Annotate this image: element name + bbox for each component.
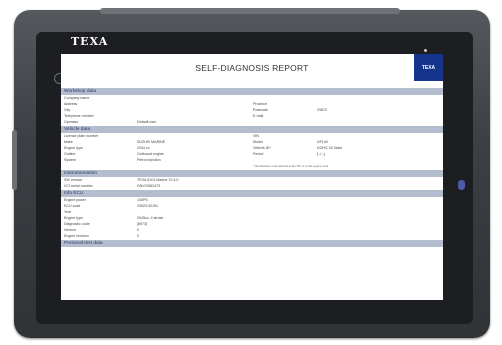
report-row: Operator Default user [61,119,443,125]
camera-icon [424,49,427,52]
section-header: Vehicle data [61,126,443,133]
field-label: Engine revision [64,234,89,238]
tablet-top-bumper [100,8,400,14]
report-note-row: * Identification code referred to the VI… [61,163,443,169]
scroll-fade [61,294,443,300]
identification-note: * Identification code referred to the VI… [253,164,329,168]
report-body: Workshop data Company name Address Province… [61,87,443,247]
texa-logo: TEXA [414,54,443,81]
field-value: 0 [137,234,139,238]
device-brand-logo: TEXA [71,35,109,48]
field-value: DNVCI582473 [137,184,161,188]
section-header: Personal test data [61,240,443,247]
field-label: Operator [64,120,79,124]
field-label: VCI serial number [64,184,93,188]
report-row: VCI serial number DNVCI582473 [61,183,443,189]
section-header: Info ECU [61,190,443,197]
texa-logo-text: TEXA [421,64,436,71]
section-header: Instrumentation [61,170,443,177]
field-value: Default user [137,120,157,124]
report-screen[interactable]: SELF-DIAGNOSIS REPORT TEXA Workshop data… [61,54,443,300]
section-header: Workshop data [61,88,443,95]
report-title: SELF-DIAGNOSIS REPORT [195,63,309,73]
report-row: Engine revision 0 [61,233,443,239]
tablet-side-bumper [12,130,17,190]
side-button-icon[interactable] [458,180,465,190]
